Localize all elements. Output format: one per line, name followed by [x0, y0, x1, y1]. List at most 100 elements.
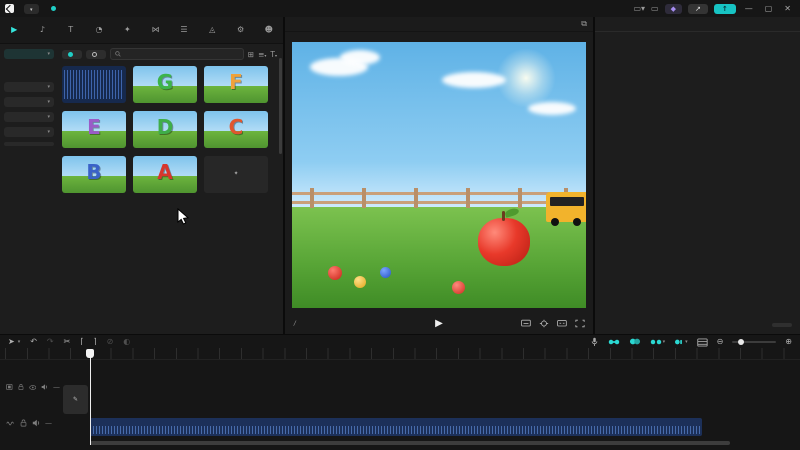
- mute-track-icon[interactable]: [32, 419, 40, 427]
- title-bar: ▾ ▭▾ ▭ ◆ ↗ ↑ — ▢ ✕: [0, 0, 800, 17]
- tab-media[interactable]: ▶: [0, 17, 28, 43]
- timeline-ruler[interactable]: [0, 348, 800, 360]
- select-tool-icon[interactable]: ➤: [8, 337, 15, 347]
- sort-icon[interactable]: ≡▾: [258, 50, 266, 59]
- export-button[interactable]: ↑: [713, 3, 736, 14]
- video-thumbnail: D: [133, 111, 197, 148]
- split-icon[interactable]: ✂: [64, 337, 71, 347]
- sidebar-item-import[interactable]: ▾: [4, 49, 54, 59]
- zoom-slider-thumb[interactable]: [738, 338, 745, 345]
- mute-track-icon[interactable]: [41, 383, 48, 391]
- mirror-icon[interactable]: ◐: [123, 337, 130, 347]
- zoom-in-icon[interactable]: ⊕: [785, 337, 792, 347]
- hide-track-icon[interactable]: [28, 384, 37, 391]
- menu-button[interactable]: ▾: [24, 3, 39, 14]
- sidebar-item-subprojects[interactable]: [4, 73, 54, 77]
- share-button[interactable]: ↗: [687, 3, 708, 14]
- media-item[interactable]: A: [133, 156, 197, 195]
- search-input[interactable]: [110, 48, 244, 60]
- tab-transitions[interactable]: ⋈: [141, 17, 169, 43]
- lock-icon[interactable]: [20, 419, 27, 427]
- linked-toggle-icon[interactable]: ▾: [650, 338, 665, 346]
- media-item[interactable]: E: [62, 111, 126, 150]
- view-mode-icon[interactable]: ⊞: [248, 50, 254, 59]
- autosave-status-icon: [50, 6, 56, 11]
- generate-with-ai-button[interactable]: ✦: [204, 156, 268, 195]
- import-button[interactable]: [62, 49, 82, 59]
- delete-icon[interactable]: ⊘: [107, 337, 114, 347]
- tab-filters[interactable]: ◬: [198, 17, 226, 43]
- media-item[interactable]: [62, 66, 126, 105]
- grass-graphic: [292, 206, 586, 308]
- fence-graphic: [292, 187, 586, 210]
- tab-stickers[interactable]: ◔: [85, 17, 113, 43]
- collapse-track-icon[interactable]: —: [53, 383, 60, 391]
- media-icon: ▶: [11, 24, 18, 34]
- pro-button[interactable]: ◆: [664, 3, 682, 14]
- tab-effects[interactable]: ✦: [113, 17, 141, 43]
- undo-icon[interactable]: ↶: [30, 337, 37, 347]
- video-viewport[interactable]: [292, 42, 586, 308]
- media-sidebar: ▾ ▾ ▾ ▾ ▾: [0, 44, 58, 333]
- timeline-scrollbar[interactable]: [90, 441, 730, 445]
- cover-button[interactable]: ✎: [63, 385, 88, 414]
- media-item[interactable]: C: [204, 111, 268, 150]
- stickers-icon: ◔: [95, 24, 103, 34]
- close-button[interactable]: ✕: [781, 4, 794, 13]
- tab-audio[interactable]: ♪: [28, 17, 56, 43]
- redo-icon[interactable]: ↷: [47, 337, 54, 347]
- media-item[interactable]: F: [204, 66, 268, 105]
- media-item[interactable]: B: [62, 156, 126, 195]
- sidebar-item-ai-media[interactable]: ▾: [4, 97, 54, 107]
- media-grid: G F E D C B A ✦: [62, 66, 277, 195]
- minimize-button[interactable]: —: [742, 4, 756, 13]
- sidebar-item-dreamina[interactable]: [4, 142, 54, 146]
- media-scrollbar[interactable]: [279, 58, 282, 154]
- record-button[interactable]: [86, 49, 106, 59]
- playhead-handle[interactable]: [86, 349, 94, 358]
- preview-quality-icon[interactable]: [521, 319, 531, 328]
- preview-axis-toggle-icon[interactable]: ▾: [674, 338, 688, 346]
- sidebar-item-library[interactable]: ▾: [4, 127, 54, 137]
- video-thumbnail: E: [62, 111, 126, 148]
- layout-toggle-icon[interactable]: ▭▾: [633, 4, 645, 13]
- detach-player-icon[interactable]: ⧉: [581, 19, 587, 29]
- red-ball-graphic: [452, 281, 465, 294]
- tab-text[interactable]: T: [57, 17, 85, 43]
- tab-adjustment[interactable]: ⚙: [226, 17, 254, 43]
- cloud-graphic: [528, 102, 576, 115]
- auto-snap-toggle-icon[interactable]: [629, 337, 641, 346]
- filter-type-icon[interactable]: T▾: [270, 50, 277, 59]
- sidebar-item-media[interactable]: [4, 64, 54, 68]
- maximize-button[interactable]: ▢: [762, 4, 776, 13]
- tab-captions[interactable]: ☰: [170, 17, 198, 43]
- modify-button[interactable]: [772, 323, 792, 327]
- magnetic-toggle-icon[interactable]: [608, 338, 620, 346]
- fit-canvas-icon[interactable]: [539, 319, 549, 328]
- ai-avatar-icon: ☻: [264, 24, 273, 34]
- lock-icon[interactable]: [18, 383, 24, 391]
- audio-clip[interactable]: [90, 418, 702, 436]
- media-item[interactable]: D: [133, 111, 197, 150]
- delete-right-icon[interactable]: ⌉: [93, 337, 96, 347]
- red-ball-graphic: [328, 266, 342, 280]
- sidebar-item-yours[interactable]: ▾: [4, 82, 54, 92]
- audio-icon: ♪: [39, 24, 45, 34]
- thumbnail-letter: F: [229, 70, 243, 94]
- effects-icon: ✦: [123, 24, 131, 34]
- collapse-track-icon[interactable]: —: [45, 419, 52, 427]
- captions-icon: ☰: [180, 24, 188, 34]
- panel-layout-icon[interactable]: ▭: [651, 4, 659, 13]
- details-rows: [595, 32, 800, 96]
- tab-ai-avatar[interactable]: ☻: [255, 17, 283, 43]
- delete-left-icon[interactable]: ⌈: [80, 337, 83, 347]
- playhead-line[interactable]: [90, 349, 91, 445]
- media-item[interactable]: G: [133, 66, 197, 105]
- aspect-ratio-icon[interactable]: [557, 319, 567, 328]
- chevron-down-icon: ▾: [47, 51, 50, 57]
- fullscreen-icon[interactable]: [575, 319, 585, 328]
- sidebar-item-spaces[interactable]: ▾: [4, 112, 54, 122]
- timeline-zoom-slider[interactable]: [732, 338, 777, 345]
- zoom-out-icon[interactable]: ⊖: [717, 337, 724, 347]
- track-headers: — —: [0, 381, 60, 429]
